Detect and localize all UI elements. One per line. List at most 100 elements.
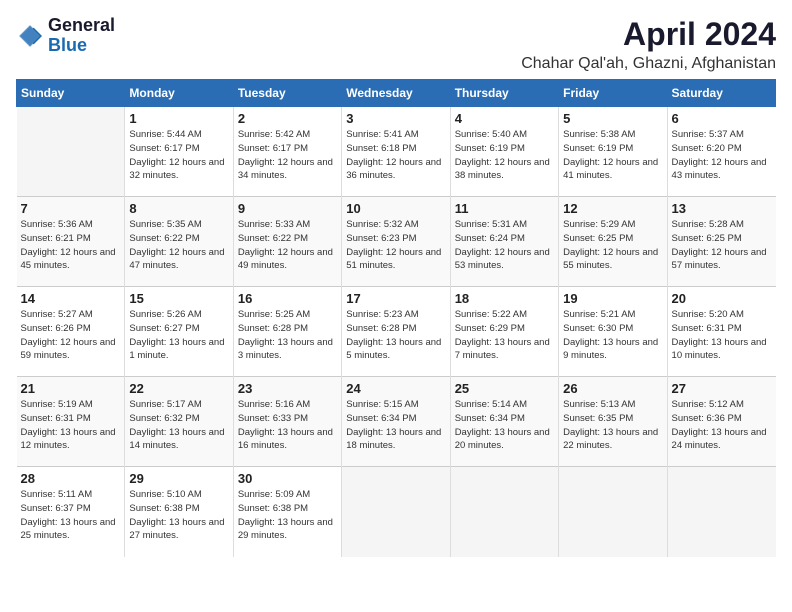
day-number: 17 bbox=[346, 291, 445, 306]
day-info: Sunrise: 5:17 AMSunset: 6:32 PMDaylight:… bbox=[129, 398, 228, 453]
col-wednesday: Wednesday bbox=[342, 80, 450, 107]
day-info: Sunrise: 5:38 AMSunset: 6:19 PMDaylight:… bbox=[563, 128, 662, 183]
day-number: 21 bbox=[21, 381, 121, 396]
col-saturday: Saturday bbox=[667, 80, 775, 107]
day-cell: 3Sunrise: 5:41 AMSunset: 6:18 PMDaylight… bbox=[342, 107, 450, 197]
day-cell: 13 Sunrise: 5:28 AMSunset: 6:25 PMDayligh… bbox=[667, 197, 775, 287]
col-thursday: Thursday bbox=[450, 80, 558, 107]
day-cell: 18 Sunrise: 5:22 AMSunset: 6:29 PMDayligh… bbox=[450, 287, 558, 377]
col-monday: Monday bbox=[125, 80, 233, 107]
day-info: Sunrise: 5:31 AMSunset: 6:24 PMDaylight:… bbox=[455, 218, 554, 273]
day-number: 4 bbox=[455, 111, 554, 126]
day-cell bbox=[342, 467, 450, 557]
col-friday: Friday bbox=[559, 80, 667, 107]
calendar-week-row: 28 Sunrise: 5:11 AMSunset: 6:37 PMDayligh… bbox=[17, 467, 776, 557]
day-number: 25 bbox=[455, 381, 554, 396]
calendar-table: Sunday Monday Tuesday Wednesday Thursday… bbox=[16, 79, 776, 557]
day-cell: 27 Sunrise: 5:12 AMSunset: 6:36 PMDayligh… bbox=[667, 377, 775, 467]
day-cell: 29 Sunrise: 5:10 AMSunset: 6:38 PMDayligh… bbox=[125, 467, 233, 557]
day-cell: 17 Sunrise: 5:23 AMSunset: 6:28 PMDayligh… bbox=[342, 287, 450, 377]
logo-icon bbox=[16, 22, 44, 50]
day-info: Sunrise: 5:16 AMSunset: 6:33 PMDaylight:… bbox=[238, 398, 337, 453]
day-number: 22 bbox=[129, 381, 228, 396]
day-cell bbox=[450, 467, 558, 557]
page-header: General Blue April 2024 Chahar Qal'ah, G… bbox=[16, 16, 776, 73]
day-info: Sunrise: 5:09 AMSunset: 6:38 PMDaylight:… bbox=[238, 488, 337, 543]
day-cell: 23 Sunrise: 5:16 AMSunset: 6:33 PMDayligh… bbox=[233, 377, 341, 467]
day-info: Sunrise: 5:11 AMSunset: 6:37 PMDaylight:… bbox=[21, 488, 121, 543]
day-number: 19 bbox=[563, 291, 662, 306]
day-cell: 22 Sunrise: 5:17 AMSunset: 6:32 PMDayligh… bbox=[125, 377, 233, 467]
day-cell bbox=[17, 107, 125, 197]
day-cell: 7 Sunrise: 5:36 AMSunset: 6:21 PMDaylight… bbox=[17, 197, 125, 287]
day-number: 1 bbox=[129, 111, 228, 126]
day-info: Sunrise: 5:10 AMSunset: 6:38 PMDaylight:… bbox=[129, 488, 228, 543]
day-cell: 25 Sunrise: 5:14 AMSunset: 6:34 PMDayligh… bbox=[450, 377, 558, 467]
day-cell: 11 Sunrise: 5:31 AMSunset: 6:24 PMDayligh… bbox=[450, 197, 558, 287]
day-cell: 6 Sunrise: 5:37 AMSunset: 6:20 PMDaylight… bbox=[667, 107, 775, 197]
logo-text: General Blue bbox=[48, 16, 115, 56]
logo: General Blue bbox=[16, 16, 115, 56]
day-cell: 16Sunrise: 5:25 AMSunset: 6:28 PMDayligh… bbox=[233, 287, 341, 377]
day-number: 2 bbox=[238, 111, 337, 126]
day-number: 6 bbox=[672, 111, 772, 126]
day-number: 20 bbox=[672, 291, 772, 306]
logo-general: General bbox=[48, 15, 115, 35]
col-sunday: Sunday bbox=[17, 80, 125, 107]
calendar-week-row: 1 Sunrise: 5:44 AMSunset: 6:17 PMDaylight… bbox=[17, 107, 776, 197]
day-number: 11 bbox=[455, 201, 554, 216]
day-info: Sunrise: 5:36 AMSunset: 6:21 PMDaylight:… bbox=[21, 218, 121, 273]
day-number: 28 bbox=[21, 471, 121, 486]
day-cell: 8Sunrise: 5:35 AMSunset: 6:22 PMDaylight… bbox=[125, 197, 233, 287]
day-number: 27 bbox=[672, 381, 772, 396]
day-number: 10 bbox=[346, 201, 445, 216]
day-cell bbox=[667, 467, 775, 557]
day-cell: 12Sunrise: 5:29 AMSunset: 6:25 PMDayligh… bbox=[559, 197, 667, 287]
day-cell: 28 Sunrise: 5:11 AMSunset: 6:37 PMDayligh… bbox=[17, 467, 125, 557]
day-cell: 30 Sunrise: 5:09 AMSunset: 6:38 PMDayligh… bbox=[233, 467, 341, 557]
month-title: April 2024 bbox=[521, 16, 776, 53]
day-number: 29 bbox=[129, 471, 228, 486]
day-cell: 21Sunrise: 5:19 AMSunset: 6:31 PMDayligh… bbox=[17, 377, 125, 467]
day-cell: 20 Sunrise: 5:20 AMSunset: 6:31 PMDayligh… bbox=[667, 287, 775, 377]
day-info: Sunrise: 5:23 AMSunset: 6:28 PMDaylight:… bbox=[346, 308, 445, 363]
day-info: Sunrise: 5:27 AMSunset: 6:26 PMDaylight:… bbox=[21, 308, 121, 363]
day-cell: 14Sunrise: 5:27 AMSunset: 6:26 PMDayligh… bbox=[17, 287, 125, 377]
day-number: 13 bbox=[672, 201, 772, 216]
day-info: Sunrise: 5:12 AMSunset: 6:36 PMDaylight:… bbox=[672, 398, 772, 453]
day-info: Sunrise: 5:22 AMSunset: 6:29 PMDaylight:… bbox=[455, 308, 554, 363]
day-info: Sunrise: 5:40 AMSunset: 6:19 PMDaylight:… bbox=[455, 128, 554, 183]
day-info: Sunrise: 5:35 AMSunset: 6:22 PMDaylight:… bbox=[129, 218, 228, 273]
logo-blue: Blue bbox=[48, 35, 87, 55]
day-number: 12 bbox=[563, 201, 662, 216]
day-info: Sunrise: 5:13 AMSunset: 6:35 PMDaylight:… bbox=[563, 398, 662, 453]
day-info: Sunrise: 5:42 AMSunset: 6:17 PMDaylight:… bbox=[238, 128, 337, 183]
day-number: 30 bbox=[238, 471, 337, 486]
calendar-header-row: Sunday Monday Tuesday Wednesday Thursday… bbox=[17, 80, 776, 107]
day-info: Sunrise: 5:25 AMSunset: 6:28 PMDaylight:… bbox=[238, 308, 337, 363]
calendar-week-row: 14Sunrise: 5:27 AMSunset: 6:26 PMDayligh… bbox=[17, 287, 776, 377]
day-cell: 9Sunrise: 5:33 AMSunset: 6:22 PMDaylight… bbox=[233, 197, 341, 287]
day-number: 9 bbox=[238, 201, 337, 216]
day-info: Sunrise: 5:21 AMSunset: 6:30 PMDaylight:… bbox=[563, 308, 662, 363]
day-info: Sunrise: 5:14 AMSunset: 6:34 PMDaylight:… bbox=[455, 398, 554, 453]
calendar-week-row: 7 Sunrise: 5:36 AMSunset: 6:21 PMDaylight… bbox=[17, 197, 776, 287]
day-cell: 5Sunrise: 5:38 AMSunset: 6:19 PMDaylight… bbox=[559, 107, 667, 197]
day-cell: 1 Sunrise: 5:44 AMSunset: 6:17 PMDaylight… bbox=[125, 107, 233, 197]
day-number: 23 bbox=[238, 381, 337, 396]
day-cell bbox=[559, 467, 667, 557]
day-number: 3 bbox=[346, 111, 445, 126]
day-number: 18 bbox=[455, 291, 554, 306]
day-info: Sunrise: 5:44 AMSunset: 6:17 PMDaylight:… bbox=[129, 128, 228, 183]
day-cell: 4 Sunrise: 5:40 AMSunset: 6:19 PMDaylight… bbox=[450, 107, 558, 197]
day-info: Sunrise: 5:20 AMSunset: 6:31 PMDaylight:… bbox=[672, 308, 772, 363]
title-block: April 2024 Chahar Qal'ah, Ghazni, Afghan… bbox=[521, 16, 776, 73]
day-info: Sunrise: 5:37 AMSunset: 6:20 PMDaylight:… bbox=[672, 128, 772, 183]
location-title: Chahar Qal'ah, Ghazni, Afghanistan bbox=[521, 55, 776, 73]
day-info: Sunrise: 5:15 AMSunset: 6:34 PMDaylight:… bbox=[346, 398, 445, 453]
day-number: 7 bbox=[21, 201, 121, 216]
day-number: 24 bbox=[346, 381, 445, 396]
day-info: Sunrise: 5:28 AMSunset: 6:25 PMDaylight:… bbox=[672, 218, 772, 273]
col-tuesday: Tuesday bbox=[233, 80, 341, 107]
day-cell: 2 Sunrise: 5:42 AMSunset: 6:17 PMDaylight… bbox=[233, 107, 341, 197]
